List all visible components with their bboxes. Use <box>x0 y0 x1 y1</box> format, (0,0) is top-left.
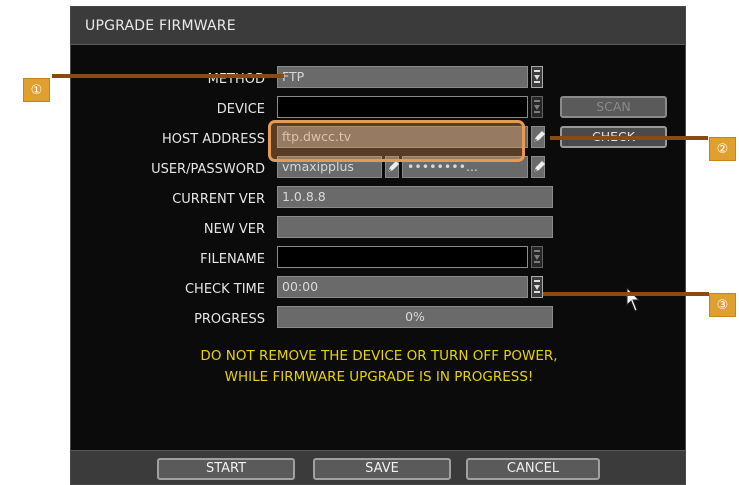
method-select[interactable]: FTP <box>277 66 528 88</box>
warning-line-1: DO NOT REMOVE THE DEVICE OR TURN OFF POW… <box>200 348 558 364</box>
progress-bar: 0% <box>277 306 553 328</box>
user-password-label: USER/PASSWORD <box>151 162 265 177</box>
progress-label: PROGRESS <box>194 312 265 327</box>
save-button[interactable]: SAVE <box>313 458 451 480</box>
title-bar: UPGRADE FIRMWARE <box>71 7 685 45</box>
callout-3-marker: ③ <box>709 293 736 317</box>
device-label: DEVICE <box>216 102 265 117</box>
cancel-button[interactable]: CANCEL <box>466 458 600 480</box>
password-edit-pencil-icon[interactable] <box>531 156 545 178</box>
check-time-dropdown-icon[interactable] <box>531 276 543 298</box>
new-ver-value <box>277 216 553 238</box>
callout-1-marker: ① <box>23 78 50 102</box>
callout-2-marker: ② <box>709 137 736 161</box>
progress-value: 0% <box>405 309 425 324</box>
warning-line-2: WHILE FIRMWARE UPGRADE IS IN PROGRESS! <box>224 369 534 385</box>
method-dropdown-icon[interactable] <box>531 66 543 88</box>
filename-label: FILENAME <box>200 252 265 267</box>
device-dropdown-icon[interactable] <box>531 96 543 118</box>
check-time-label: CHECK TIME <box>184 282 265 297</box>
device-select[interactable] <box>277 96 528 118</box>
dialog-title: UPGRADE FIRMWARE <box>85 18 236 34</box>
scan-button[interactable]: SCAN <box>560 96 667 118</box>
new-ver-label: NEW VER <box>203 222 265 237</box>
filename-select[interactable] <box>277 246 528 268</box>
filename-dropdown-icon[interactable] <box>531 246 543 268</box>
callout-1-line <box>52 74 284 78</box>
check-time-select[interactable]: 00:00 <box>277 276 528 298</box>
callout-2-line <box>550 136 708 140</box>
edit-pencil-icon[interactable] <box>531 126 545 148</box>
current-ver-value: 1.0.8.8 <box>277 186 553 208</box>
callout-3-line <box>543 292 709 296</box>
host-address-highlight <box>268 120 525 162</box>
start-button[interactable]: START <box>157 458 295 480</box>
host-address-label: HOST ADDRESS <box>162 132 265 147</box>
current-ver-label: CURRENT VER <box>172 192 265 207</box>
footer-bar: START SAVE CANCEL <box>71 450 685 484</box>
